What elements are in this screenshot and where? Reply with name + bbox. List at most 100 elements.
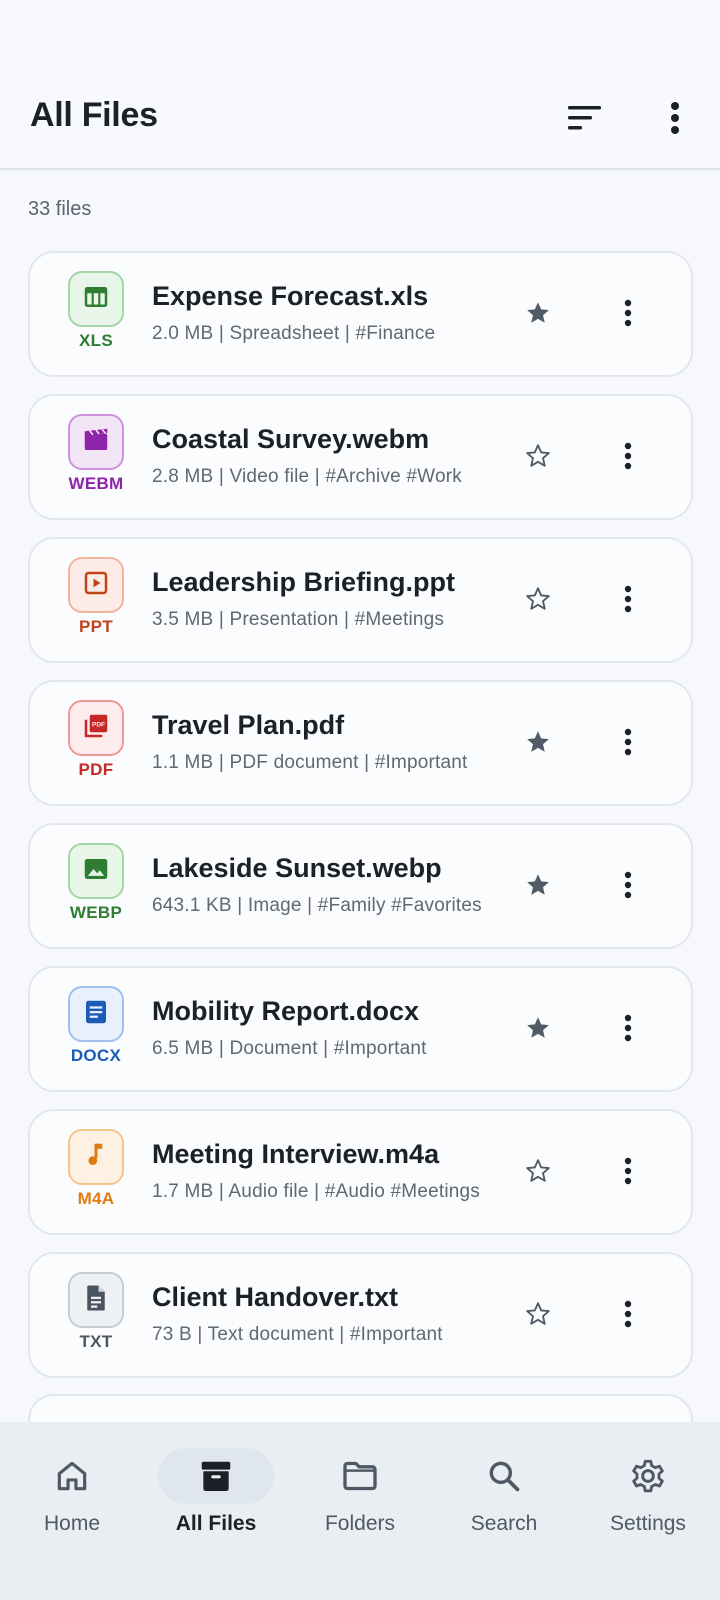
home-icon [42,1454,102,1498]
star-filled-icon [524,299,552,332]
svg-text:PDF: PDF [92,721,105,728]
table-icon [81,282,111,317]
more-vert-icon [623,442,633,475]
file-type-badge [68,1129,124,1185]
file-card[interactable]: M4A Meeting Interview.m4a 1.7 MB | Audio… [28,1109,693,1235]
nav-label: Folders [324,1512,396,1535]
file-card[interactable]: PPT Leadership Briefing.ppt 3.5 MB | Pre… [28,537,693,663]
favorite-toggle[interactable] [520,440,556,476]
more-vert-icon [623,871,633,904]
star-outline-icon [524,1300,552,1333]
file-type-badge [68,843,124,899]
file-name: Expense Forecast.xls [152,281,429,311]
more-vert-icon [671,102,679,134]
favorite-toggle[interactable] [520,297,556,333]
gear-icon [618,1454,678,1498]
file-type-badge [68,271,124,327]
file-card[interactable]: WEBP Lakeside Sunset.webp 643.1 KB | Ima… [28,823,693,949]
nav-label: Home [43,1512,101,1535]
nav-item-settings[interactable]: Settings [576,1422,720,1600]
file-name: Mobility Report.docx [152,996,420,1026]
more-vert-icon [623,585,633,618]
file-count: 33 files [28,198,92,220]
star-filled-icon [524,728,552,761]
file-options-button[interactable] [608,581,648,621]
file-type-badge [68,414,124,470]
more-vert-icon [623,728,633,761]
file-meta: 6.5 MB | Document | #Important [152,1038,427,1059]
favorite-toggle[interactable] [520,1298,556,1334]
bottom-navigation: Home All Files Folders Search Settings [0,1422,720,1600]
more-vert-icon [623,299,633,332]
file-meta: 1.7 MB | Audio file | #Audio #Meetings [152,1181,480,1202]
file-card-partial[interactable] [28,1394,693,1424]
favorite-toggle[interactable] [520,869,556,905]
pdf-icon: PDF [81,711,111,746]
nav-item-home[interactable]: Home [0,1422,144,1600]
document-icon [81,997,111,1032]
favorite-toggle[interactable] [520,1012,556,1048]
file-type-label: TXT [79,1332,113,1351]
more-options-button[interactable] [647,90,703,146]
file-type-label: DOCX [70,1046,122,1065]
star-outline-icon [524,585,552,618]
more-vert-icon [623,1014,633,1047]
file-card[interactable]: XLS Expense Forecast.xls 2.0 MB | Spread… [28,251,693,377]
image-icon [81,854,111,889]
file-options-button[interactable] [608,1010,648,1050]
file-type-label: WEBP [69,903,123,922]
nav-item-search[interactable]: Search [432,1422,576,1600]
movie-icon [81,425,111,460]
page-title: All Files [30,96,158,134]
star-filled-icon [524,1014,552,1047]
file-meta: 1.1 MB | PDF document | #Important [152,752,468,773]
file-options-button[interactable] [608,724,648,764]
file-options-button[interactable] [608,1153,648,1193]
folder-icon [330,1454,390,1498]
star-outline-icon [524,1157,552,1190]
app-root: All Files 33 files XLS Expense Forecast.… [0,0,720,1600]
file-type-label: M4A [77,1189,115,1208]
file-card[interactable]: TXT Client Handover.txt 73 B | Text docu… [28,1252,693,1378]
search-icon [474,1454,534,1498]
star-outline-icon [524,442,552,475]
nav-item-folders[interactable]: Folders [288,1422,432,1600]
file-name: Client Handover.txt [152,1282,399,1312]
file-options-button[interactable] [608,1296,648,1336]
file-type-badge [68,557,124,613]
file-name: Lakeside Sunset.webp [152,853,442,883]
file-card[interactable]: DOCX Mobility Report.docx 6.5 MB | Docum… [28,966,693,1092]
file-name: Coastal Survey.webm [152,424,430,454]
file-meta: 2.0 MB | Spreadsheet | #Finance [152,323,436,344]
file-meta: 2.8 MB | Video file | #Archive #Work [152,466,462,487]
slideshow-icon [81,568,111,603]
file-type-label: XLS [79,331,113,350]
file-options-button[interactable] [608,295,648,335]
sort-button[interactable] [558,90,614,146]
sort-icon [568,106,601,130]
more-vert-icon [623,1157,633,1190]
text-file-icon [81,1283,111,1318]
file-type-label: PDF [78,760,114,779]
favorite-toggle[interactable] [520,583,556,619]
file-type-badge [68,986,124,1042]
more-vert-icon [623,1300,633,1333]
nav-item-all-files[interactable]: All Files [144,1422,288,1600]
file-type-badge [68,1272,124,1328]
file-options-button[interactable] [608,438,648,478]
file-type-label: WEBM [68,474,124,493]
file-options-button[interactable] [608,867,648,907]
top-app-bar: All Files [0,0,720,170]
file-card[interactable]: PDF PDF Travel Plan.pdf 1.1 MB | PDF doc… [28,680,693,806]
music-note-icon [81,1140,111,1175]
file-card[interactable]: WEBM Coastal Survey.webm 2.8 MB | Video … [28,394,693,520]
nav-label: Settings [610,1512,686,1535]
favorite-toggle[interactable] [520,1155,556,1191]
file-meta: 3.5 MB | Presentation | #Meetings [152,609,445,630]
file-list: XLS Expense Forecast.xls 2.0 MB | Spread… [28,251,693,1395]
file-name: Leadership Briefing.ppt [152,567,456,597]
file-name: Travel Plan.pdf [152,710,345,740]
file-type-label: PPT [79,617,113,636]
file-meta: 643.1 KB | Image | #Family #Favorites [152,895,482,916]
favorite-toggle[interactable] [520,726,556,762]
